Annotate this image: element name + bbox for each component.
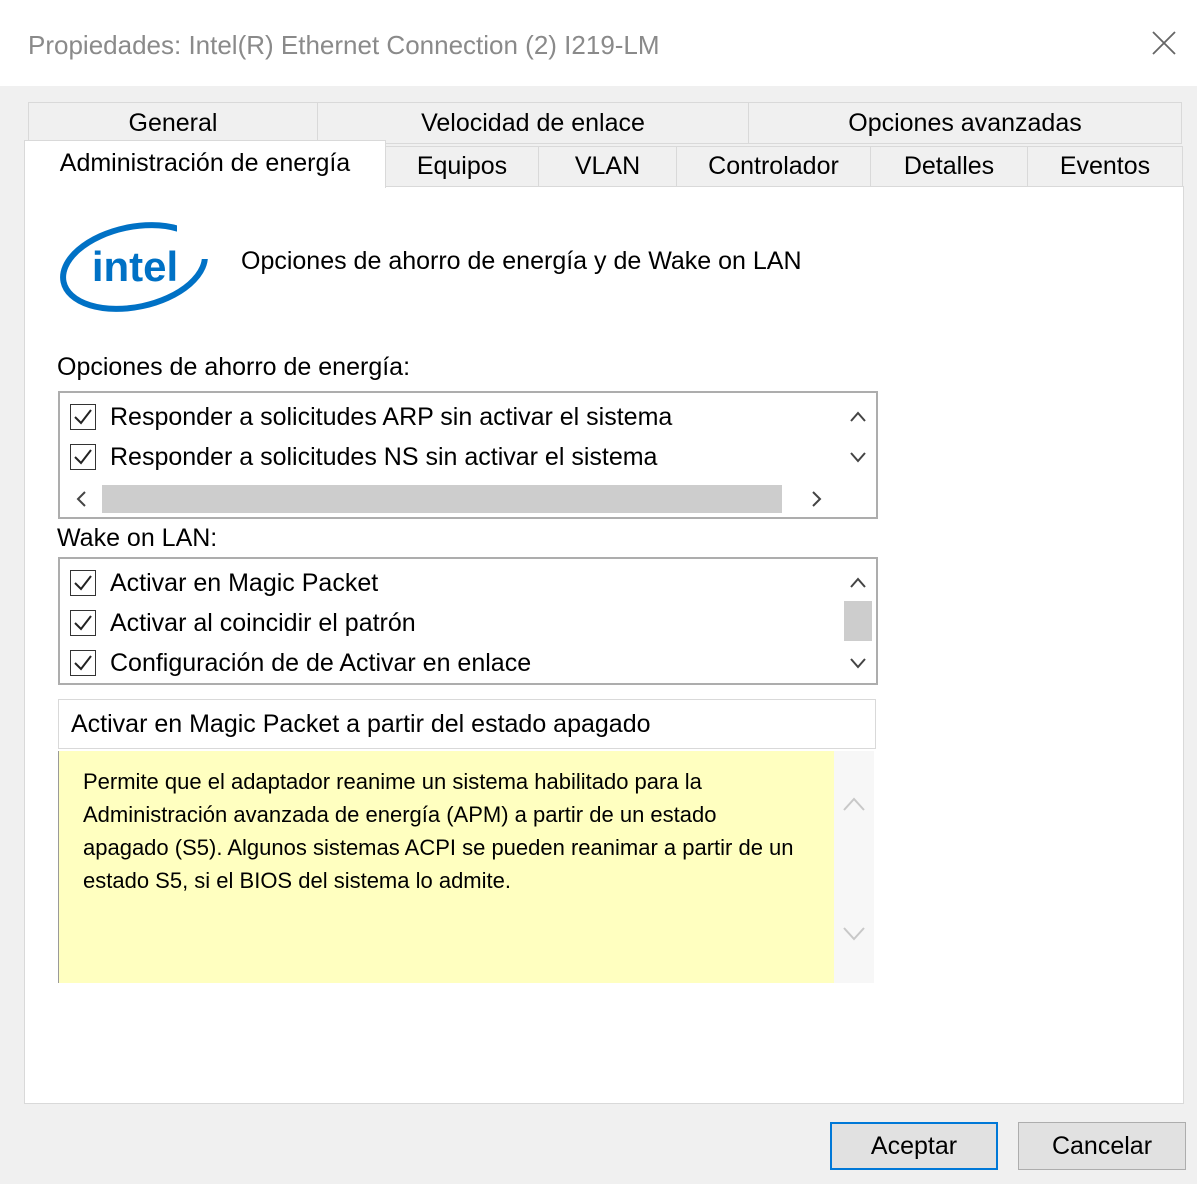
list-item-label: Responder a solicitudes NS sin activar e… [110,442,658,471]
chevron-left-icon [76,491,86,507]
chevron-down-icon [850,452,866,463]
horizontal-scrollbar[interactable] [60,481,840,517]
chevron-up-icon [850,411,866,422]
tab-equipos[interactable]: Equipos [385,146,539,187]
power-saving-label: Opciones de ahorro de energía: [57,353,411,381]
list-item[interactable]: Responder a solicitudes NS sin activar e… [70,439,657,475]
vertical-scrollbar[interactable] [840,559,876,683]
scroll-right-button[interactable] [798,481,834,517]
list-item-label: Configuración de de Activar en enlace [110,648,532,677]
page-heading: Opciones de ahorro de energía y de Wake … [241,247,802,275]
close-button[interactable] [1139,18,1189,68]
chevron-up-icon [843,797,865,811]
scroll-down-button[interactable] [836,915,872,951]
tab-panel: intel Opciones de ahorro de energía y de… [24,186,1184,1104]
checkmark-icon [74,655,92,671]
list-item-label: Activar al coincidir el patrón [110,608,416,637]
checkmark-icon [74,449,92,465]
title-bar: Propiedades: Intel(R) Ethernet Connectio… [0,0,1197,86]
tab-eventos[interactable]: Eventos [1027,146,1183,187]
intel-logo: intel [60,219,209,312]
cancel-button[interactable]: Cancelar [1018,1122,1186,1170]
scrollbar-thumb[interactable] [102,485,782,513]
chevron-down-icon [850,658,866,669]
tab-controlador[interactable]: Controlador [676,146,871,187]
scroll-up-button[interactable] [836,787,872,823]
list-item[interactable]: Activar en Magic Packet [70,565,378,601]
tab-opciones-avanzadas[interactable]: Opciones avanzadas [748,102,1182,144]
list-item-label: Responder a solicitudes ARP sin activar … [110,402,673,431]
tab-vlan[interactable]: VLAN [538,146,677,187]
checkmark-icon [74,575,92,591]
help-scrollbar[interactable] [834,751,874,983]
list-item[interactable]: Activar al coincidir el patrón [70,605,416,641]
scroll-up-button[interactable] [840,565,876,601]
checkbox[interactable] [70,444,96,470]
vertical-scrollbar[interactable] [840,393,876,481]
checkbox[interactable] [70,650,96,676]
tab-detalles[interactable]: Detalles [870,146,1028,187]
chevron-up-icon [850,577,866,588]
wake-on-lan-list[interactable]: Activar en Magic Packet Activar al coinc… [58,557,878,685]
help-text-box: Permite que el adaptador reanime un sist… [58,751,834,983]
checkbox[interactable] [70,610,96,636]
chevron-right-icon [812,491,822,507]
close-icon [1152,31,1176,55]
wake-on-lan-label: Wake on LAN: [57,524,218,552]
scroll-up-button[interactable] [840,399,876,435]
list-item-label: Activar en Magic Packet [110,568,379,597]
scrollbar-thumb[interactable] [844,601,872,641]
scroll-left-button[interactable] [64,481,100,517]
ok-button[interactable]: Aceptar [830,1122,998,1170]
list-item[interactable]: Responder a solicitudes ARP sin activar … [70,399,672,435]
chevron-down-icon [843,927,865,941]
scroll-down-button[interactable] [840,439,876,475]
checkbox[interactable] [70,404,96,430]
help-text: Permite que el adaptador reanime un sist… [83,769,794,893]
properties-dialog: Propiedades: Intel(R) Ethernet Connectio… [0,0,1197,1184]
tab-general[interactable]: General [28,102,318,144]
list-item[interactable]: Configuración de de Activar en enlace [70,645,531,681]
scroll-down-button[interactable] [840,645,876,681]
description-title: Activar en Magic Packet a partir del est… [71,710,651,738]
checkmark-icon [74,615,92,631]
tab-velocidad-de-enlace[interactable]: Velocidad de enlace [317,102,749,144]
description-title-box: Activar en Magic Packet a partir del est… [58,699,876,749]
checkmark-icon [74,409,92,425]
window-title: Propiedades: Intel(R) Ethernet Connectio… [28,30,660,60]
tab-administracion-de-energia[interactable]: Administración de energía [24,140,386,188]
logo-text: intel [92,243,178,290]
power-saving-list[interactable]: Responder a solicitudes ARP sin activar … [58,391,878,519]
checkbox[interactable] [70,570,96,596]
